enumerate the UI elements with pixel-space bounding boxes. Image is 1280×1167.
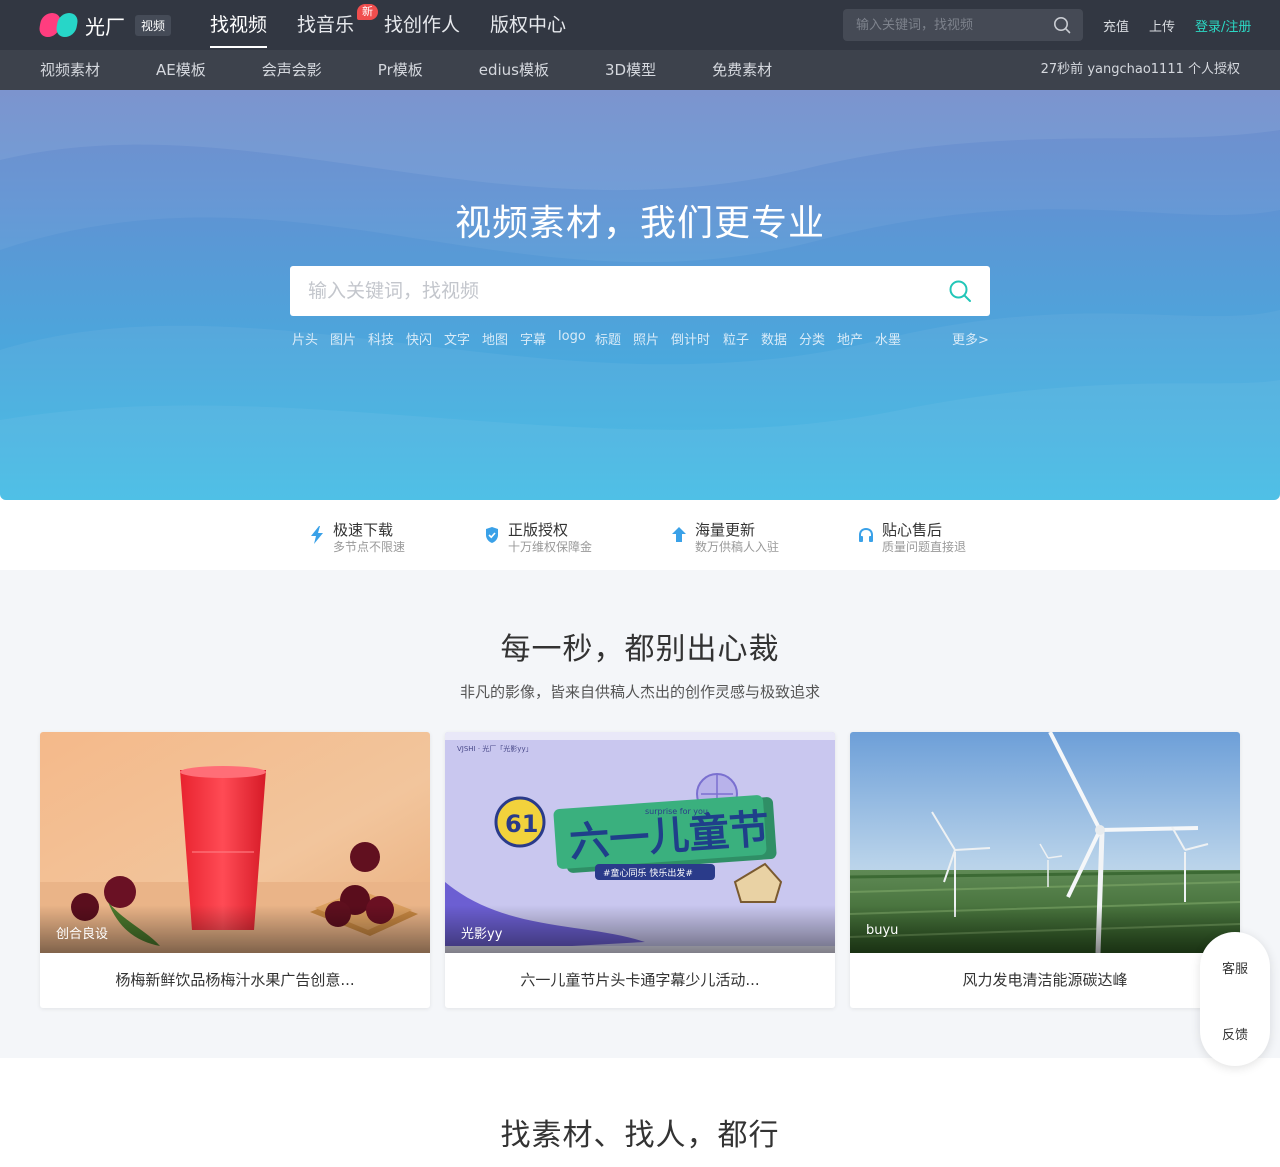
logo-mark-icon	[37, 13, 80, 37]
hot-tag[interactable]: 字幕	[520, 329, 546, 348]
top-search-box	[843, 9, 1083, 41]
section-subtitle: 非凡的影像，皆来自供稿人杰出的创作灵感与极致追求	[459, 683, 820, 701]
thumbnail-shade	[445, 905, 835, 953]
card-title[interactable]: 杨梅新鲜饮品杨梅汁水果广告创意...	[40, 953, 430, 1008]
search-icon[interactable]	[1053, 16, 1071, 34]
brand-logo[interactable]: 光厂 视频	[37, 12, 172, 39]
section-title: 找素材、找人，都行	[500, 1118, 780, 1153]
video-card[interactable]: VJSHI · 光厂「光影yy」 六一儿童节 61 #童心同乐 快乐出发# su…	[445, 732, 835, 1008]
hot-tag[interactable]: logo	[558, 329, 586, 344]
hot-tag[interactable]: 图片	[330, 329, 356, 348]
feature-sub: 数万供稿人入驻	[695, 540, 780, 554]
hot-tag[interactable]: 水墨	[875, 329, 901, 348]
main-nav: 找视频 找音乐新 找创作人 版权中心	[210, 0, 596, 50]
search-icon[interactable]	[948, 279, 972, 303]
video-card[interactable]: 创合良设 杨梅新鲜饮品杨梅汁水果广告创意...	[40, 732, 430, 1008]
floating-side-panel: 客服 反馈	[1200, 932, 1270, 1066]
hot-tag[interactable]: 地产	[837, 329, 863, 348]
subnav-edius-template[interactable]: edius模板	[479, 50, 549, 90]
shield-check-icon	[486, 527, 498, 543]
new-badge: 新	[357, 4, 379, 20]
nav-label: 找音乐	[297, 14, 355, 36]
video-thumbnail[interactable]: 创合良设	[40, 732, 430, 953]
nav-label: 版权中心	[490, 14, 567, 36]
nav-copyright-center[interactable]: 版权中心	[490, 0, 566, 50]
subnav-3d-model[interactable]: 3D模型	[605, 50, 656, 90]
upload-link[interactable]: 上传	[1149, 16, 1175, 35]
showcase-section: 每一秒，都别出心裁 非凡的影像，皆来自供稿人杰出的创作灵感与极致追求 创合良设 …	[0, 570, 1280, 1058]
thumbnail-shade	[850, 905, 1240, 953]
video-thumbnail[interactable]: buyu	[850, 732, 1240, 953]
hero-title: 视频素材，我们更专业	[454, 203, 825, 244]
top-links: 充值 上传 登录/注册	[1103, 0, 1251, 50]
watermark-text: VJSHI · 光厂「光影yy」	[457, 744, 533, 753]
hot-tag[interactable]: 文字	[444, 329, 470, 348]
card-author[interactable]: buyu	[866, 923, 898, 938]
number-text: 61	[505, 810, 538, 838]
brand-tag: 视频	[135, 14, 172, 36]
feature-sub: 十万维权保障金	[508, 540, 593, 554]
subnav-huisheng[interactable]: 会声会影	[262, 50, 322, 90]
hot-tag[interactable]: 标题	[595, 329, 621, 348]
feature-title: 极速下载	[333, 521, 394, 539]
video-thumbnail[interactable]: VJSHI · 光厂「光影yy」 六一儿童节 61 #童心同乐 快乐出发# su…	[445, 732, 835, 953]
nav-label: 找视频	[210, 14, 268, 36]
nav-find-video[interactable]: 找视频	[210, 0, 268, 50]
feature-title: 海量更新	[695, 521, 756, 539]
subnav-free-material[interactable]: 免费素材	[712, 50, 772, 90]
hot-tag[interactable]: 分类	[799, 329, 825, 348]
top-search-input[interactable]	[843, 9, 1043, 41]
headset-icon	[859, 527, 873, 542]
feature-title: 正版授权	[508, 521, 569, 539]
subnav-ae-template[interactable]: AE模板	[156, 50, 206, 90]
sub-nav: 视频素材 AE模板 会声会影 Pr模板 edius模板 3D模型 免费素材 27…	[0, 50, 1280, 90]
card-author[interactable]: 光影yy	[461, 923, 502, 942]
login-register-link[interactable]: 登录/注册	[1195, 16, 1251, 35]
card-title[interactable]: 风力发电清洁能源碳达峰	[850, 953, 1240, 1008]
feature-title: 贴心售后	[882, 521, 943, 539]
hot-tags: 片头 图片 科技 快闪 文字 地图 字幕 logo 标题 照片 倒计时 粒子 数…	[292, 329, 992, 348]
subnav-video-material[interactable]: 视频素材	[40, 50, 100, 90]
video-card[interactable]: buyu 风力发电清洁能源碳达峰	[850, 732, 1240, 1008]
card-title[interactable]: 六一儿童节片头卡通字幕少儿活动...	[445, 953, 835, 1008]
recharge-link[interactable]: 充值	[1103, 16, 1129, 35]
nav-label: 找创作人	[384, 14, 461, 36]
caption-text: surprise for you	[645, 807, 708, 816]
feedback-button[interactable]: 反馈	[1200, 1024, 1270, 1043]
nav-find-creator[interactable]: 找创作人	[384, 0, 460, 50]
feature-sub: 质量问题直接退	[882, 540, 967, 554]
top-bar: 光厂 视频 找视频 找音乐新 找创作人 版权中心 充值 上传 登录/注册	[0, 0, 1280, 50]
hot-tag[interactable]: 地图	[482, 329, 508, 348]
feature-sub: 多节点不限速	[333, 540, 406, 554]
hot-tag[interactable]: 数据	[761, 329, 787, 348]
customer-service-button[interactable]: 客服	[1200, 958, 1270, 977]
subnav-pr-template[interactable]: Pr模板	[378, 50, 423, 90]
section-title: 每一秒，都别出心裁	[500, 632, 780, 667]
card-author[interactable]: 创合良设	[56, 923, 108, 942]
hot-tag[interactable]: 快闪	[406, 329, 432, 348]
slogan-text: #童心同乐 快乐出发#	[603, 867, 693, 879]
brand-name: 光厂	[85, 14, 125, 39]
hot-tag[interactable]: 片头	[292, 329, 318, 348]
hot-tag[interactable]: 粒子	[723, 329, 749, 348]
lightning-icon	[311, 526, 323, 544]
hero-search-input[interactable]	[290, 266, 930, 316]
nav-find-music[interactable]: 找音乐新	[297, 0, 379, 50]
features-strip: 极速下载 多节点不限速 正版授权 十万维权保障金 海量更新 数万供稿人入驻 贴心…	[0, 500, 1280, 570]
hot-tag[interactable]: 科技	[368, 329, 394, 348]
hero-banner: 视频素材，我们更专业 片头 图片 科技 快闪 文字 地图 字幕 logo 标题 …	[0, 90, 1280, 500]
license-ticker: 27秒前 yangchao1111 个人授权	[1040, 62, 1240, 77]
hero-search-box	[290, 266, 990, 316]
more-tags-link[interactable]: 更多>	[952, 329, 989, 348]
arrow-up-icon	[672, 527, 686, 542]
hot-tag[interactable]: 倒计时	[671, 329, 710, 348]
hot-tag[interactable]: 照片	[633, 329, 659, 348]
